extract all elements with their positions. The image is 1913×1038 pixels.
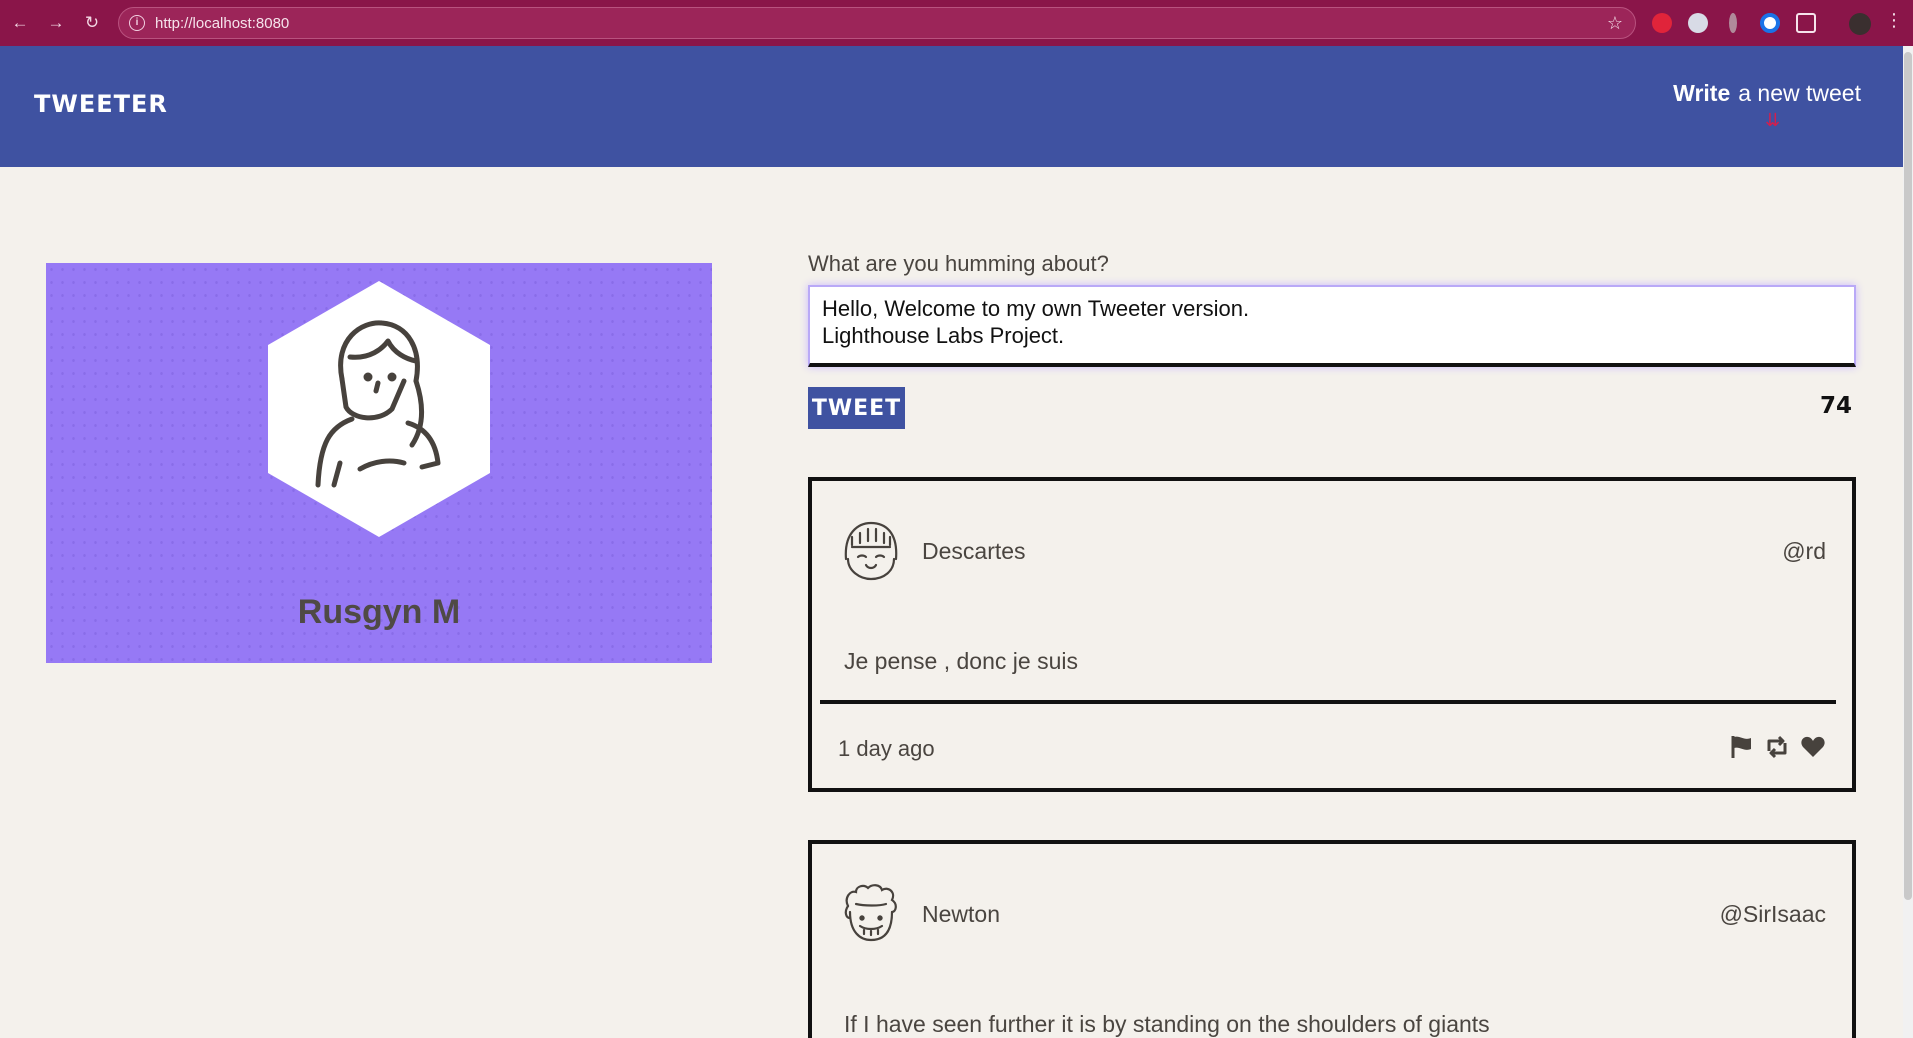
- double-down-arrow-icon[interactable]: ⇊: [1765, 110, 1780, 131]
- tweet-divider: [820, 700, 1836, 704]
- profile-card: Rusgyn M: [46, 263, 712, 663]
- tweet-author-handle: @rd: [1782, 538, 1826, 564]
- extension-small-icon[interactable]: [1729, 13, 1737, 33]
- back-arrow-icon[interactable]: ←: [9, 12, 31, 34]
- composer-prompt-label: What are you humming about?: [808, 251, 1109, 276]
- tweet-author-handle: @SirIsaac: [1719, 901, 1826, 927]
- tweet-card: Newton @SirIsaac If I have seen further …: [808, 840, 1856, 1038]
- forward-arrow-icon[interactable]: →: [45, 12, 67, 34]
- extension-g-icon[interactable]: [1760, 13, 1780, 33]
- compose-toggle[interactable]: Write a new tweet ⇊: [1673, 80, 1861, 130]
- menu-icon[interactable]: ⋮: [1885, 10, 1903, 31]
- compose-bold-text: Write: [1673, 80, 1731, 106]
- site-info-icon[interactable]: i: [129, 15, 145, 31]
- tweet-actions: [1728, 734, 1826, 760]
- flag-icon[interactable]: [1728, 734, 1754, 760]
- tweet-author-name: Descartes: [922, 538, 1026, 564]
- tweet-content: If I have seen further it is by standing…: [844, 1011, 1490, 1037]
- extension-circle-icon[interactable]: [1688, 13, 1708, 33]
- bookmark-star-icon[interactable]: ☆: [1607, 13, 1623, 34]
- char-counter: 74: [1819, 393, 1852, 419]
- tweet-textarea[interactable]: Hello, Welcome to my own Tweeter version…: [808, 285, 1856, 367]
- url-text[interactable]: http://localhost:8080: [155, 15, 289, 32]
- tweet-card: Descartes @rd Je pense , donc je suis 1 …: [808, 477, 1856, 792]
- reload-icon[interactable]: ↻: [81, 12, 103, 34]
- profile-name: Rusgyn M: [297, 593, 461, 631]
- brand-logo[interactable]: TWEETER: [34, 90, 168, 118]
- newton-avatar-icon: [844, 884, 897, 942]
- address-bar[interactable]: i http://localhost:8080 ☆: [118, 7, 1636, 39]
- extensions-icon[interactable]: [1796, 13, 1816, 33]
- retweet-icon[interactable]: [1764, 734, 1790, 760]
- tweet-content: Je pense , donc je suis: [844, 648, 1078, 674]
- user-avatar-icon: [315, 320, 441, 488]
- scrollbar-thumb[interactable]: [1904, 52, 1912, 900]
- compose-text: a new tweet: [1738, 80, 1861, 106]
- tweet-author-name: Newton: [922, 901, 1000, 927]
- browser-toolbar: ← → ↻ i http://localhost:8080 ☆ ⋮: [0, 0, 1913, 46]
- heart-icon[interactable]: [1800, 734, 1826, 760]
- extension-fire-icon[interactable]: [1652, 13, 1672, 33]
- profile-avatar-icon[interactable]: [1849, 13, 1871, 35]
- tweet-submit-button[interactable]: TWEET: [808, 387, 905, 429]
- descartes-avatar-icon: [844, 521, 898, 581]
- tweet-timestamp: 1 day ago: [838, 736, 935, 761]
- site-header: TWEETER Write a new tweet ⇊: [0, 46, 1903, 167]
